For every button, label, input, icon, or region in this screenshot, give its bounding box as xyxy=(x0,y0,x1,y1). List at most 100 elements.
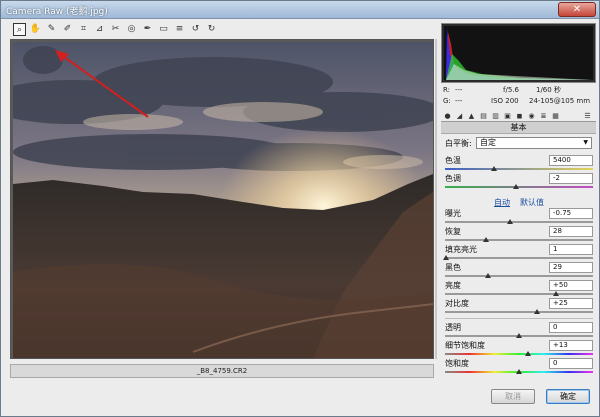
white-balance-label: 白平衡: xyxy=(445,139,472,148)
brightness-label: 亮度 xyxy=(445,281,461,290)
tab-split-toning-icon[interactable]: ▥ xyxy=(491,111,500,121)
blacks-label: 黑色 xyxy=(445,263,461,272)
toolbar: ⌕ ✋ ✎ ✐ ⌗ ⊿ ✂ ◎ ✒ ▭ ≡ ↺ ↻ xyxy=(11,23,241,39)
auto-default-links: 自动 默认值 xyxy=(494,197,544,208)
histogram-graph xyxy=(442,24,595,82)
white-balance-icon[interactable]: ✎ xyxy=(45,23,58,36)
recovery-row: 恢复 28 xyxy=(445,226,593,244)
tab-basic-icon[interactable]: ● xyxy=(443,111,452,121)
temperature-label: 色温 xyxy=(445,156,461,165)
temperature-knob[interactable] xyxy=(490,166,497,171)
fill-light-input[interactable]: 1 xyxy=(549,244,593,255)
close-button[interactable]: ✕ xyxy=(558,2,596,17)
tab-tone-curve-icon[interactable]: ◢ xyxy=(455,111,464,121)
contrast-input[interactable]: +25 xyxy=(549,298,593,309)
straighten-icon[interactable]: ⊿ xyxy=(93,23,106,36)
title-bar: Camera Raw (老鹅.jpg) ✕ xyxy=(1,1,599,19)
brightness-slider[interactable] xyxy=(445,293,593,295)
fill-light-row: 填充亮光 1 xyxy=(443,244,593,262)
camera-info: R: --- f/5.6 1/60 秒 G: --- ISO 200 24-10… xyxy=(441,85,596,109)
rotate-left-icon[interactable]: ↺ xyxy=(189,23,202,36)
blacks-knob[interactable] xyxy=(484,273,491,278)
exposure-knob[interactable] xyxy=(507,219,514,224)
blacks-slider[interactable] xyxy=(445,275,593,277)
fill-light-knob[interactable] xyxy=(443,255,450,260)
saturation-input[interactable]: 0 xyxy=(549,358,593,369)
crop-icon[interactable]: ⌗ xyxy=(77,23,90,36)
temperature-input[interactable]: 5400 xyxy=(549,155,593,166)
clarity-row: 透明 0 xyxy=(445,322,593,340)
preferences-icon[interactable]: ≡ xyxy=(173,23,186,36)
hand-icon[interactable]: ✋ xyxy=(29,23,42,36)
recovery-slider[interactable] xyxy=(445,239,593,241)
vibrance-knob[interactable] xyxy=(524,351,531,356)
tint-knob[interactable] xyxy=(513,184,520,189)
vibrance-row: 细节饱和度 +13 xyxy=(445,340,593,358)
rotate-right-icon[interactable]: ↻ xyxy=(205,23,218,36)
filename-bar: _B8_4759.CR2 xyxy=(10,364,434,378)
tab-effects-icon[interactable]: ◼ xyxy=(515,111,524,121)
red-eye-icon[interactable]: ◎ xyxy=(125,23,138,36)
cancel-button[interactable]: 取消 xyxy=(491,389,535,404)
saturation-knob[interactable] xyxy=(516,369,522,374)
blacks-row: 黑色 29 xyxy=(445,262,593,280)
fill-light-slider[interactable] xyxy=(445,257,593,259)
lens: 24-105@105 mm xyxy=(529,97,591,105)
section-divider xyxy=(445,318,593,319)
brightness-knob[interactable] xyxy=(553,291,559,296)
white-balance-value: 自定 xyxy=(480,138,496,147)
shutter: 1/60 秒 xyxy=(536,86,561,94)
r-label: R: xyxy=(443,86,451,94)
exposure-label: 曝光 xyxy=(445,209,461,218)
tab-detail-icon[interactable]: ▲ xyxy=(467,111,476,121)
tab-snapshots-icon[interactable]: ▦ xyxy=(551,111,560,121)
blacks-input[interactable]: 29 xyxy=(549,262,593,273)
camera-raw-window: Camera Raw (老鹅.jpg) ✕ ⌕ ✋ ✎ ✐ ⌗ ⊿ ✂ ◎ ✒ … xyxy=(0,0,600,417)
g-label: G: xyxy=(443,97,451,105)
tab-presets-icon[interactable]: ≣ xyxy=(539,111,548,121)
r-value: --- xyxy=(455,86,463,94)
window-title: Camera Raw (老鹅.jpg) xyxy=(6,7,108,17)
adjustment-brush-icon[interactable]: ✒ xyxy=(141,23,154,36)
recovery-input[interactable]: 28 xyxy=(549,226,593,237)
iso: ISO 200 xyxy=(491,97,519,105)
recovery-knob[interactable] xyxy=(483,237,490,242)
panel-tabs: ● ◢ ▲ ▤ ▥ ▣ ◼ ◉ ≣ ▦ ☰ xyxy=(441,111,596,122)
contrast-knob[interactable] xyxy=(533,309,540,314)
ok-button[interactable]: 确定 xyxy=(546,389,590,404)
zoom-icon[interactable]: ⌕ xyxy=(13,23,26,36)
brightness-input[interactable]: +50 xyxy=(549,280,593,291)
contrast-label: 对比度 xyxy=(445,299,469,308)
tab-lens-icon[interactable]: ▣ xyxy=(503,111,512,121)
image-preview[interactable] xyxy=(10,39,434,359)
white-balance-select[interactable]: 自定 ▼ xyxy=(476,137,592,149)
tint-input[interactable]: -2 xyxy=(549,173,593,184)
panel-menu-icon[interactable]: ☰ xyxy=(583,111,592,121)
default-link[interactable]: 默认值 xyxy=(520,197,544,208)
vibrance-label: 细节饱和度 xyxy=(445,341,485,350)
auto-link[interactable]: 自动 xyxy=(494,198,510,207)
graduated-filter-icon[interactable]: ▭ xyxy=(157,23,170,36)
recovery-label: 恢复 xyxy=(445,227,461,236)
color-sampler-icon[interactable]: ✐ xyxy=(61,23,74,36)
clarity-label: 透明 xyxy=(445,323,461,332)
panel-title: 基本 xyxy=(441,122,596,134)
exposure-input[interactable]: -0.75 xyxy=(549,208,593,219)
tab-camera-calibration-icon[interactable]: ◉ xyxy=(527,111,536,121)
exposure-slider[interactable] xyxy=(445,221,593,223)
temperature-slider[interactable] xyxy=(445,168,593,170)
vibrance-slider[interactable] xyxy=(445,353,593,355)
spot-removal-icon[interactable]: ✂ xyxy=(109,23,122,36)
clarity-input[interactable]: 0 xyxy=(549,322,593,333)
tab-hsl-icon[interactable]: ▤ xyxy=(479,111,488,121)
tint-label: 色调 xyxy=(445,174,461,183)
basic-panel: 基本 白平衡: 自定 ▼ 色温 5400 色调 -2 自动 默认值 曝光 -0.… xyxy=(441,122,596,382)
saturation-row: 饱和度 0 xyxy=(445,358,593,376)
saturation-label: 饱和度 xyxy=(445,359,469,368)
vibrance-input[interactable]: +13 xyxy=(549,340,593,351)
contrast-row: 对比度 +25 xyxy=(445,298,593,316)
fill-light-label: 填充亮光 xyxy=(445,245,477,254)
clarity-knob[interactable] xyxy=(516,333,522,338)
chevron-down-icon: ▼ xyxy=(583,139,588,146)
contrast-slider[interactable] xyxy=(445,311,593,313)
